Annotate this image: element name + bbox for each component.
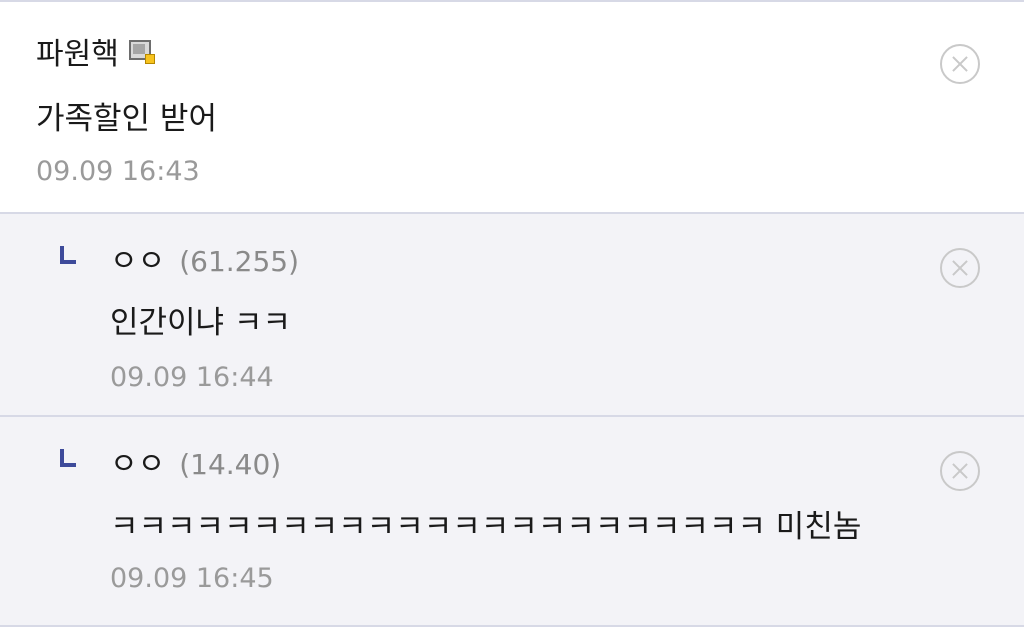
reply-timestamp: 09.09 16:45 (110, 563, 274, 594)
comment-nickname[interactable]: 파원핵 (36, 40, 119, 70)
comment-author-row: 파원핵 (36, 40, 155, 70)
reply-ip: (61.255) (179, 245, 300, 278)
reply-content: 인간이냐 ㅋㅋ (110, 305, 291, 341)
delete-comment-button[interactable] (940, 44, 980, 84)
member-badge-icon (128, 40, 155, 64)
delete-reply-button[interactable] (940, 451, 980, 491)
reply-nickname[interactable]: ㅇㅇ (110, 247, 165, 277)
reply-author-row: ㅇㅇ (14.40) (110, 450, 281, 480)
reply-ip: (14.40) (179, 448, 282, 481)
delete-reply-button[interactable] (940, 248, 980, 288)
reply-item: ㅇㅇ (14.40) ㅋㅋㅋㅋㅋㅋㅋㅋㅋㅋㅋㅋㅋㅋㅋㅋㅋㅋㅋㅋㅋㅋㅋ 미친놈 0… (0, 415, 1024, 627)
reply-content: ㅋㅋㅋㅋㅋㅋㅋㅋㅋㅋㅋㅋㅋㅋㅋㅋㅋㅋㅋㅋㅋㅋㅋ 미친놈 (110, 509, 862, 545)
reply-nickname[interactable]: ㅇㅇ (110, 450, 165, 480)
reply-author-row: ㅇㅇ (61.255) (110, 247, 299, 277)
reply-timestamp: 09.09 16:44 (110, 362, 274, 393)
comment-content: 가족할인 받어 (36, 101, 217, 137)
reply-item: ㅇㅇ (61.255) 인간이냐 ㅋㅋ 09.09 16:44 (0, 212, 1024, 415)
comment-timestamp: 09.09 16:43 (36, 156, 200, 187)
comment-item: 파원핵 가족할인 받어 09.09 16:43 (0, 2, 1024, 212)
reply-arrow-icon (60, 246, 76, 264)
comment-list: 파원핵 가족할인 받어 09.09 16:43 ㅇㅇ (61.255) 인간이냐… (0, 0, 1024, 627)
reply-arrow-icon (60, 449, 76, 467)
